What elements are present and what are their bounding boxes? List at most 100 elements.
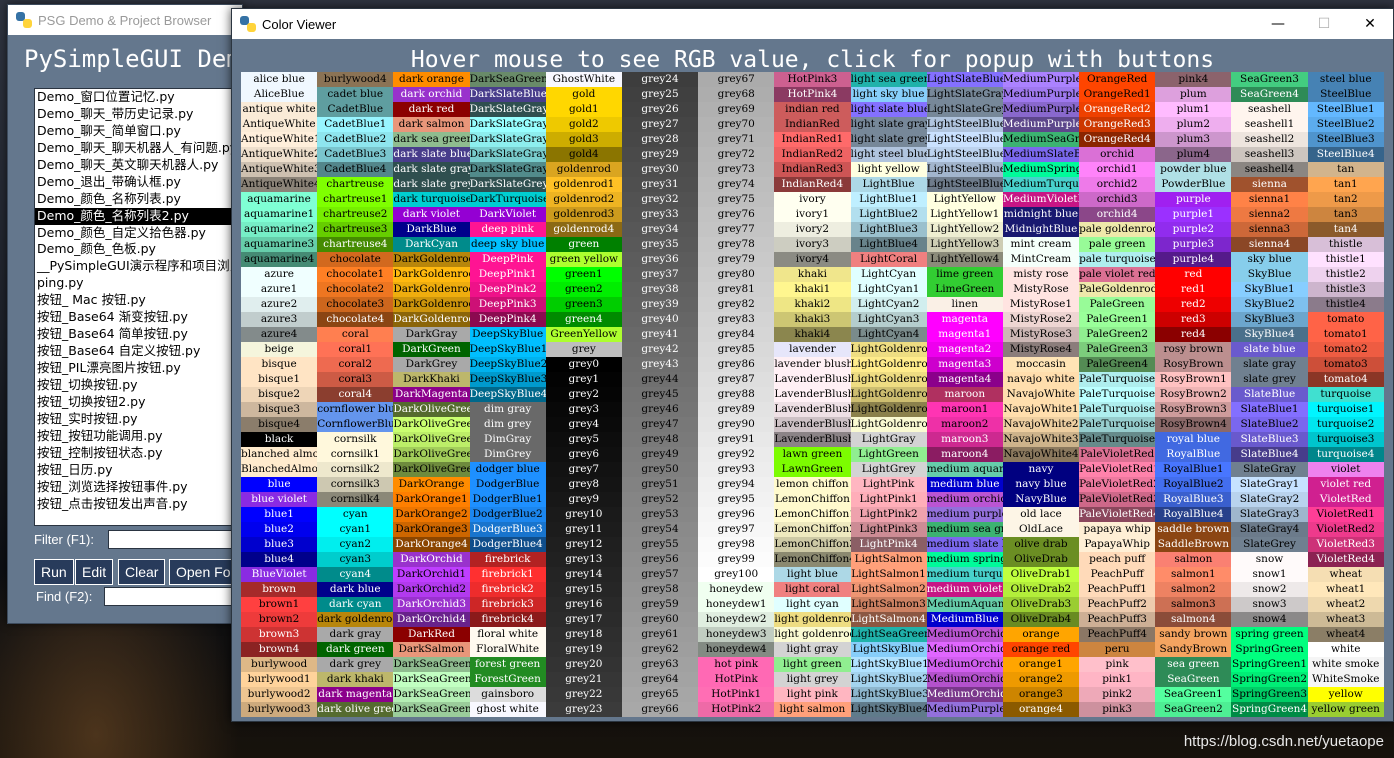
color-swatch-button[interactable]: cornsilk <box>317 432 394 447</box>
color-swatch-button[interactable]: light steel blue <box>850 147 927 162</box>
color-swatch-button[interactable]: RosyBrown1 <box>1155 372 1232 387</box>
color-swatch-button[interactable]: grey65 <box>621 687 699 702</box>
color-swatch-button[interactable]: green2 <box>545 282 622 297</box>
color-swatch-button[interactable]: light goldenrod <box>774 612 851 627</box>
color-swatch-button[interactable]: MediumVioletRed <box>1002 192 1080 207</box>
color-swatch-button[interactable]: LightSeaGreen <box>850 627 927 642</box>
color-swatch-button[interactable]: grey68 <box>698 87 775 102</box>
color-swatch-button[interactable]: SaddleBrown <box>1155 537 1232 552</box>
color-swatch-button[interactable]: RoyalBlue3 <box>1155 492 1232 507</box>
color-swatch-button[interactable]: salmon3 <box>1155 597 1232 612</box>
color-swatch-button[interactable]: grey82 <box>698 297 775 312</box>
color-swatch-button[interactable]: DarkSlateGray2 <box>469 132 546 147</box>
color-swatch-button[interactable]: SlateBlue1 <box>1231 402 1308 417</box>
color-swatch-button[interactable]: chartreuse2 <box>317 207 394 222</box>
color-swatch-button[interactable]: salmon4 <box>1155 612 1232 627</box>
color-swatch-button[interactable]: MistyRose1 <box>1002 297 1080 312</box>
color-swatch-button[interactable]: pink4 <box>1155 72 1232 87</box>
color-swatch-button[interactable]: thistle1 <box>1307 252 1384 267</box>
color-swatch-button[interactable]: SeaGreen <box>1155 672 1232 687</box>
color-swatch-button[interactable]: DarkOrchid2 <box>393 582 470 597</box>
color-swatch-button[interactable]: LightSalmon2 <box>850 582 927 597</box>
color-swatch-button[interactable]: DarkOrchid3 <box>393 597 470 612</box>
color-swatch-button[interactable]: CadetBlue4 <box>317 162 394 177</box>
color-swatch-button[interactable]: DeepSkyBlue3 <box>469 372 546 387</box>
color-swatch-button[interactable]: OrangeRed4 <box>1079 132 1156 147</box>
color-swatch-button[interactable]: MediumOrchid4 <box>926 687 1003 702</box>
color-swatch-button[interactable]: OliveDrab1 <box>1002 567 1080 582</box>
color-swatch-button[interactable]: CadetBlue1 <box>317 117 394 132</box>
color-swatch-button[interactable]: VioletRed1 <box>1307 507 1384 522</box>
color-swatch-button[interactable]: hot pink <box>698 657 775 672</box>
color-swatch-button[interactable]: magenta1 <box>926 327 1003 342</box>
color-swatch-button[interactable]: blue <box>241 477 318 492</box>
color-swatch-button[interactable]: DeepPink4 <box>469 312 546 327</box>
color-swatch-button[interactable]: grey41 <box>621 327 699 342</box>
color-swatch-button[interactable]: DarkOrange4 <box>393 537 470 552</box>
color-swatch-button[interactable]: RoyalBlue <box>1155 447 1232 462</box>
color-swatch-button[interactable]: LightPink1 <box>850 492 927 507</box>
color-swatch-button[interactable]: LightPink2 <box>850 507 927 522</box>
color-swatch-button[interactable]: peru <box>1079 642 1156 657</box>
color-swatch-button[interactable]: tomato2 <box>1307 342 1384 357</box>
color-swatch-button[interactable]: LavenderBlush4 <box>774 432 851 447</box>
color-swatch-button[interactable]: SteelBlue1 <box>1307 102 1384 117</box>
color-swatch-button[interactable]: goldenrod2 <box>545 192 622 207</box>
color-swatch-button[interactable]: red2 <box>1155 297 1232 312</box>
color-swatch-button[interactable]: NavyBlue <box>1002 492 1080 507</box>
color-swatch-button[interactable]: green3 <box>545 297 622 312</box>
color-swatch-button[interactable]: grey5 <box>545 432 622 447</box>
color-swatch-button[interactable]: grey22 <box>545 687 622 702</box>
color-swatch-button[interactable]: lavender <box>774 342 851 357</box>
color-swatch-button[interactable]: LightYellow2 <box>926 222 1003 237</box>
color-swatch-button[interactable]: LightSkyBlue <box>850 642 927 657</box>
color-swatch-button[interactable]: DarkSeaGreen2 <box>393 687 470 702</box>
color-swatch-button[interactable]: LightCyan4 <box>850 327 927 342</box>
color-swatch-button[interactable]: coral4 <box>317 387 394 402</box>
color-swatch-button[interactable]: DarkCyan <box>393 237 470 252</box>
color-swatch-button[interactable]: SlateGray <box>1231 462 1308 477</box>
color-swatch-button[interactable]: lemon chiffon <box>774 477 851 492</box>
color-swatch-button[interactable]: grey39 <box>621 297 699 312</box>
color-swatch-button[interactable]: SkyBlue2 <box>1231 297 1308 312</box>
color-swatch-button[interactable]: grey26 <box>621 102 699 117</box>
color-swatch-button[interactable]: green1 <box>545 267 622 282</box>
color-swatch-button[interactable]: grey58 <box>621 582 699 597</box>
color-swatch-button[interactable]: SlateBlue <box>1231 387 1308 402</box>
color-swatch-button[interactable]: OrangeRed1 <box>1079 87 1156 102</box>
minimize-icon[interactable]: — <box>1255 9 1301 39</box>
color-swatch-button[interactable]: steel blue <box>1307 72 1384 87</box>
color-swatch-button[interactable]: light sky blue <box>850 87 927 102</box>
color-swatch-button[interactable]: grey71 <box>698 132 775 147</box>
color-swatch-button[interactable]: PowderBlue <box>1155 177 1232 192</box>
edit-button[interactable]: Edit <box>75 559 114 585</box>
color-swatch-button[interactable]: light salmon <box>774 702 851 717</box>
color-swatch-button[interactable]: PeachPuff2 <box>1079 597 1156 612</box>
color-swatch-button[interactable]: MintCream <box>1002 252 1080 267</box>
color-swatch-button[interactable]: DeepSkyBlue2 <box>469 357 546 372</box>
color-swatch-button[interactable]: DimGrey <box>469 447 546 462</box>
color-swatch-button[interactable]: magenta4 <box>926 372 1003 387</box>
file-list-item[interactable]: Demo_窗口位置记忆.py <box>35 89 242 106</box>
color-viewer-titlebar[interactable]: Color Viewer — ☐ ✕ <box>232 9 1393 39</box>
color-swatch-button[interactable]: NavajoWhite <box>1002 387 1080 402</box>
color-swatch-button[interactable]: IndianRed <box>774 117 851 132</box>
color-swatch-button[interactable]: grey30 <box>621 162 699 177</box>
color-swatch-button[interactable]: PaleTurquoise2 <box>1079 402 1156 417</box>
color-swatch-button[interactable]: tomato3 <box>1307 357 1384 372</box>
color-swatch-button[interactable]: IndianRed3 <box>774 162 851 177</box>
color-swatch-button[interactable]: VioletRed4 <box>1307 552 1384 567</box>
color-swatch-button[interactable]: LightPink3 <box>850 522 927 537</box>
color-swatch-button[interactable]: grey27 <box>621 117 699 132</box>
color-swatch-button[interactable]: MediumOrchid3 <box>926 672 1003 687</box>
color-swatch-button[interactable]: salmon2 <box>1155 582 1232 597</box>
color-swatch-button[interactable]: snow3 <box>1231 597 1308 612</box>
color-swatch-button[interactable]: medium purple <box>926 507 1003 522</box>
color-swatch-button[interactable]: grey15 <box>545 582 622 597</box>
color-swatch-button[interactable]: SkyBlue4 <box>1231 327 1308 342</box>
color-swatch-button[interactable]: thistle2 <box>1307 267 1384 282</box>
color-swatch-button[interactable]: khaki3 <box>774 312 851 327</box>
color-swatch-button[interactable]: purple4 <box>1155 252 1232 267</box>
color-swatch-button[interactable]: LightGrey <box>850 462 927 477</box>
color-swatch-button[interactable]: RosyBrown2 <box>1155 387 1232 402</box>
